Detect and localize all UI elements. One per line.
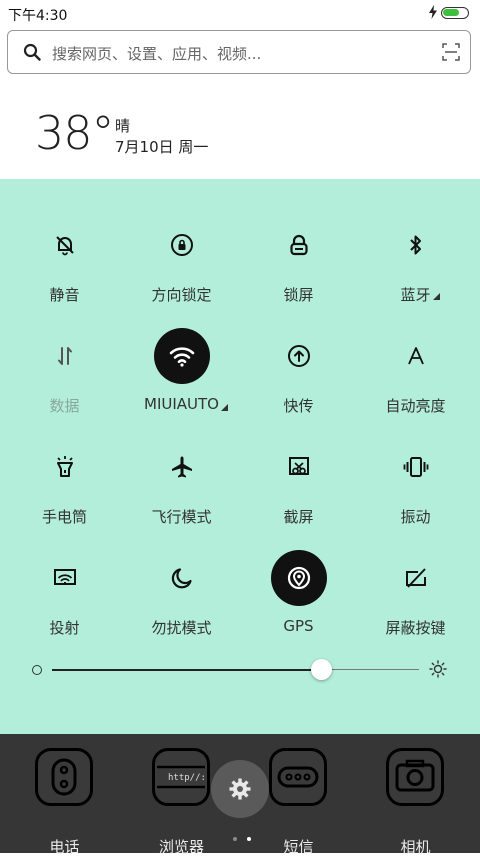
dock-app-phone[interactable]: 电话 bbox=[6, 748, 123, 856]
toggle-airplane-mode[interactable]: 飞行模式 bbox=[123, 417, 240, 526]
bell-off-icon bbox=[56, 236, 74, 256]
expand-corner-icon bbox=[221, 404, 228, 411]
toggle-mute[interactable]: 静音 bbox=[6, 195, 123, 304]
search-icon bbox=[23, 43, 41, 61]
toggle-label: 蓝牙 bbox=[400, 286, 431, 304]
dock-app-label: 短信 bbox=[283, 838, 314, 856]
brightness-track-filled[interactable] bbox=[52, 669, 320, 671]
toggle-mobile-data[interactable]: 数据 bbox=[6, 306, 123, 415]
screenshot-icon bbox=[289, 457, 309, 475]
messages-app-icon bbox=[269, 748, 327, 806]
status-time: 下午4:30 bbox=[8, 8, 68, 24]
settings-button[interactable] bbox=[211, 760, 269, 818]
search-placeholder: 搜索网页、设置、应用、视频... bbox=[52, 45, 262, 63]
mobile-data-icon bbox=[58, 347, 72, 365]
toggle-label: 快传 bbox=[283, 397, 314, 415]
toggle-gps[interactable]: GPS bbox=[240, 528, 357, 636]
wifi-icon bbox=[169, 347, 195, 367]
page-dot bbox=[233, 837, 237, 841]
toggle-label: 静音 bbox=[49, 286, 80, 304]
toggle-label: 方向锁定 bbox=[151, 286, 212, 304]
toggle-label: 勿扰模式 bbox=[151, 619, 212, 637]
toggle-block-buttons[interactable]: 屏蔽按键 bbox=[357, 528, 474, 637]
weather-date: 7月10日 周一 bbox=[115, 138, 209, 156]
toggle-label: 截屏 bbox=[283, 508, 314, 526]
charging-icon bbox=[429, 5, 437, 19]
moon-icon bbox=[171, 568, 192, 589]
toggle-flashlight[interactable]: 手电筒 bbox=[6, 417, 123, 526]
brightness-track-empty[interactable] bbox=[321, 669, 419, 670]
browser-app-icon: http//: bbox=[152, 748, 210, 806]
brightness-slider[interactable] bbox=[0, 655, 480, 685]
rotation-lock-icon bbox=[171, 234, 193, 256]
search-bar[interactable]: 搜索网页、设置、应用、视频... bbox=[7, 30, 471, 74]
toggle-wifi[interactable]: MIUIAUTO bbox=[123, 306, 240, 414]
dock-app-label: 电话 bbox=[49, 838, 80, 856]
toggle-cast[interactable]: 投射 bbox=[6, 528, 123, 637]
toggle-label: 投射 bbox=[49, 619, 80, 637]
battery-icon bbox=[441, 7, 469, 19]
gps-icon bbox=[287, 566, 311, 590]
weather-condition: 晴 bbox=[115, 117, 131, 135]
gear-icon bbox=[229, 778, 251, 800]
expand-corner-icon bbox=[433, 293, 440, 300]
quick-settings-panel: 静音 方向锁定 锁屏 蓝牙 数据 MIUIAUTO 快传 自动亮度 手电筒 飞行… bbox=[0, 179, 480, 734]
brightness-low-icon bbox=[32, 665, 42, 675]
weather-temperature: 38° bbox=[35, 106, 115, 160]
toggle-label: GPS bbox=[283, 617, 314, 635]
quick-transfer-icon bbox=[288, 345, 310, 367]
toggle-screenshot[interactable]: 截屏 bbox=[240, 417, 357, 526]
dock-app-label: 浏览器 bbox=[158, 838, 204, 856]
auto-brightness-icon bbox=[408, 347, 424, 365]
toggle-lock-screen[interactable]: 锁屏 bbox=[240, 195, 357, 304]
toggle-label: 自动亮度 bbox=[385, 397, 446, 415]
toggle-label: 屏蔽按键 bbox=[385, 619, 446, 637]
block-buttons-icon bbox=[406, 568, 426, 588]
dock-app-camera[interactable]: 相机 bbox=[357, 748, 474, 856]
phone-app-icon bbox=[35, 748, 93, 806]
toggle-quick-transfer[interactable]: 快传 bbox=[240, 306, 357, 415]
toggle-label: 数据 bbox=[49, 397, 80, 415]
toggle-bluetooth[interactable]: 蓝牙 bbox=[357, 195, 474, 304]
page-indicator bbox=[233, 826, 256, 845]
app-dock: 电话 http//: 浏览器 短信 相机 bbox=[0, 734, 480, 856]
flashlight-icon bbox=[57, 456, 73, 477]
toggle-rotation-lock[interactable]: 方向锁定 bbox=[123, 195, 240, 304]
toggle-label: 手电筒 bbox=[41, 508, 87, 526]
toggle-label: 锁屏 bbox=[283, 286, 314, 304]
brightness-high-icon bbox=[429, 660, 447, 678]
toggle-vibrate[interactable]: 振动 bbox=[357, 417, 474, 526]
vibrate-icon bbox=[403, 457, 429, 477]
page-dot-active bbox=[247, 837, 252, 841]
dock-app-label: 相机 bbox=[400, 838, 431, 856]
browser-icon-text: http//: bbox=[168, 773, 206, 783]
cast-icon bbox=[54, 569, 76, 585]
camera-app-icon bbox=[386, 748, 444, 806]
lock-icon bbox=[290, 234, 308, 256]
weather-widget[interactable]: 38° 晴 7月10日 周一 bbox=[0, 100, 480, 175]
scan-icon[interactable] bbox=[442, 43, 460, 61]
brightness-thumb[interactable] bbox=[311, 659, 332, 680]
bluetooth-icon bbox=[410, 235, 421, 255]
toggle-do-not-disturb[interactable]: 勿扰模式 bbox=[123, 528, 240, 637]
toggle-label: 飞行模式 bbox=[151, 508, 212, 526]
status-bar: 下午4:30 bbox=[0, 0, 480, 26]
toggle-auto-brightness[interactable]: 自动亮度 bbox=[357, 306, 474, 415]
toggle-label: 振动 bbox=[400, 508, 431, 526]
airplane-icon bbox=[172, 456, 192, 478]
